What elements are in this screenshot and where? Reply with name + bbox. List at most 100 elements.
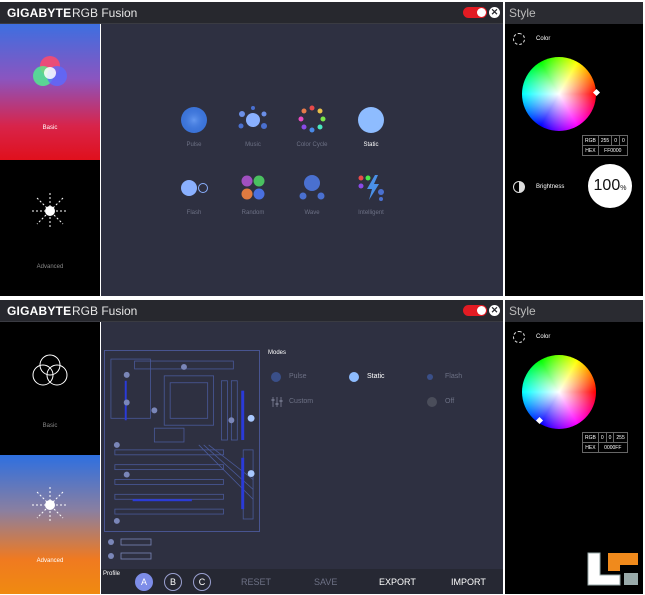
- mode-off[interactable]: Off: [427, 396, 487, 410]
- style-panel-title: Style: [505, 300, 643, 322]
- sidebar-item-label: Advanced: [36, 558, 64, 564]
- mode-random[interactable]: Random: [223, 172, 283, 216]
- sidebar-item-basic[interactable]: Basic: [0, 322, 100, 454]
- brightness-unit: %: [620, 185, 627, 192]
- rgb-b-field[interactable]: 255: [613, 432, 628, 443]
- mode-flash[interactable]: Flash: [427, 371, 487, 385]
- gigabyte-logo: GIGABYTE: [7, 6, 72, 20]
- style-panel: Color RGB 255 0 0 HEX FF0000 Brightness …: [505, 24, 643, 296]
- color-wheel[interactable]: [522, 57, 596, 131]
- profile-a-button[interactable]: A: [135, 573, 153, 591]
- starburst-icon: [32, 193, 68, 229]
- mode-label: Random: [241, 210, 265, 216]
- style-panel-title: Style: [505, 2, 643, 24]
- mode-pulse[interactable]: Pulse: [271, 371, 331, 385]
- modes-title: Modes: [268, 350, 287, 356]
- title-bar: GIGABYTE RGB Fusion ✕: [0, 2, 503, 24]
- mode-custom[interactable]: Custom: [271, 396, 331, 410]
- mode-intelligent[interactable]: Intelligent: [341, 172, 401, 216]
- intelligent-icon: [358, 175, 384, 201]
- mode-label: Music: [245, 142, 261, 148]
- rgb-g-field[interactable]: 0: [605, 432, 615, 443]
- color-icon: [513, 33, 525, 45]
- rgb-g-field[interactable]: 0: [611, 135, 620, 146]
- mode-label: Custom: [289, 398, 314, 405]
- brightness-label: Brightness: [536, 184, 565, 190]
- wave-icon: [299, 175, 325, 200]
- led-strip-icon: [108, 538, 152, 560]
- brightness-value: 100: [593, 177, 621, 194]
- rgb-b-field[interactable]: 0: [618, 135, 628, 146]
- sidebar-item-advanced[interactable]: Advanced: [0, 455, 100, 594]
- advanced-main: Modes Pulse Static Flash Custom Off Prof…: [101, 322, 503, 594]
- color-wheel[interactable]: [522, 355, 596, 429]
- static-icon: [349, 372, 359, 382]
- motherboard-diagram: [104, 350, 260, 532]
- sidebar-item-basic[interactable]: Basic: [0, 24, 100, 160]
- flash-icon: [181, 180, 208, 196]
- mode-label: Pulse: [289, 373, 307, 380]
- color-cycle-icon: [298, 105, 326, 133]
- hex-label: HEX: [582, 145, 599, 156]
- small-leds: [107, 536, 167, 566]
- import-button[interactable]: IMPORT: [451, 577, 486, 587]
- mode-flash[interactable]: Flash: [164, 172, 224, 216]
- legit-reviews-watermark-icon: [587, 552, 638, 586]
- color-value-table: RGB 255 0 0 HEX FF0000: [582, 135, 628, 156]
- export-button[interactable]: EXPORT: [379, 577, 416, 587]
- mode-grid: Pulse Music Color Cycle Static Flash Ran…: [101, 24, 503, 296]
- profile-c-button[interactable]: C: [193, 573, 211, 591]
- mode-label: Flash: [186, 210, 202, 216]
- mode-static[interactable]: Static: [341, 104, 401, 148]
- app-title: RGB Fusion: [72, 6, 138, 20]
- color-label: Color: [536, 334, 551, 340]
- static-icon: [358, 107, 384, 133]
- mode-label: Wave: [304, 210, 320, 216]
- toggle-knob: [477, 306, 486, 315]
- sidebar-item-advanced[interactable]: Advanced: [0, 161, 100, 296]
- rgb-circles-outline-icon: [32, 354, 68, 386]
- off-icon: [427, 397, 437, 407]
- pulse-icon: [181, 107, 207, 133]
- rgb-label: RGB: [582, 135, 599, 146]
- profile-b-button[interactable]: B: [164, 573, 182, 591]
- reset-button[interactable]: RESET: [241, 577, 271, 587]
- close-icon[interactable]: ✕: [489, 305, 500, 316]
- mode-color-cycle[interactable]: Color Cycle: [282, 104, 342, 148]
- random-icon: [241, 175, 265, 200]
- toggle-knob: [477, 8, 486, 17]
- mode-label: Intelligent: [358, 210, 384, 216]
- close-icon[interactable]: ✕: [489, 7, 500, 18]
- mode-pulse[interactable]: Pulse: [164, 104, 224, 148]
- rgb-r-field[interactable]: 255: [597, 135, 613, 146]
- hex-field[interactable]: FF0000: [597, 145, 628, 156]
- rgb-r-field[interactable]: 0: [597, 432, 607, 443]
- hex-field[interactable]: 0000FF: [597, 442, 628, 453]
- brightness-value-control[interactable]: 100%: [588, 164, 632, 208]
- sidebar-item-label: Basic: [42, 423, 58, 429]
- led-power-toggle[interactable]: [463, 305, 487, 316]
- music-icon: [238, 106, 267, 129]
- sidebar: Basic Advanced: [0, 24, 100, 296]
- mode-music[interactable]: Music: [223, 104, 283, 148]
- sidebar-item-label: Advanced: [36, 264, 64, 270]
- rgb-fusion-window-bottom: GIGABYTE RGB Fusion ✕ Style Basic Advanc…: [0, 298, 645, 595]
- gigabyte-logo: GIGABYTE: [7, 304, 72, 318]
- mode-label: Off: [445, 398, 455, 405]
- color-label: Color: [536, 36, 551, 42]
- color-value-table: RGB 0 0 255 HEX 0000FF: [582, 432, 628, 453]
- led-power-toggle[interactable]: [463, 7, 487, 18]
- mode-label: Pulse: [186, 142, 202, 148]
- mode-static[interactable]: Static: [349, 371, 409, 385]
- rgb-fusion-window-top: GIGABYTE RGB Fusion ✕ Style Basic Advanc…: [0, 0, 645, 297]
- sidebar-item-label: Basic: [42, 125, 58, 131]
- mode-label: Static: [367, 373, 385, 380]
- starburst-icon: [32, 487, 68, 523]
- mode-wave[interactable]: Wave: [282, 172, 342, 216]
- mode-label: Static: [363, 142, 379, 148]
- title-bar: GIGABYTE RGB Fusion ✕: [0, 300, 503, 322]
- pulse-icon: [271, 372, 281, 382]
- sidebar: Basic Advanced: [0, 322, 100, 594]
- save-button[interactable]: SAVE: [314, 577, 337, 587]
- profile-label: Profile: [103, 571, 121, 577]
